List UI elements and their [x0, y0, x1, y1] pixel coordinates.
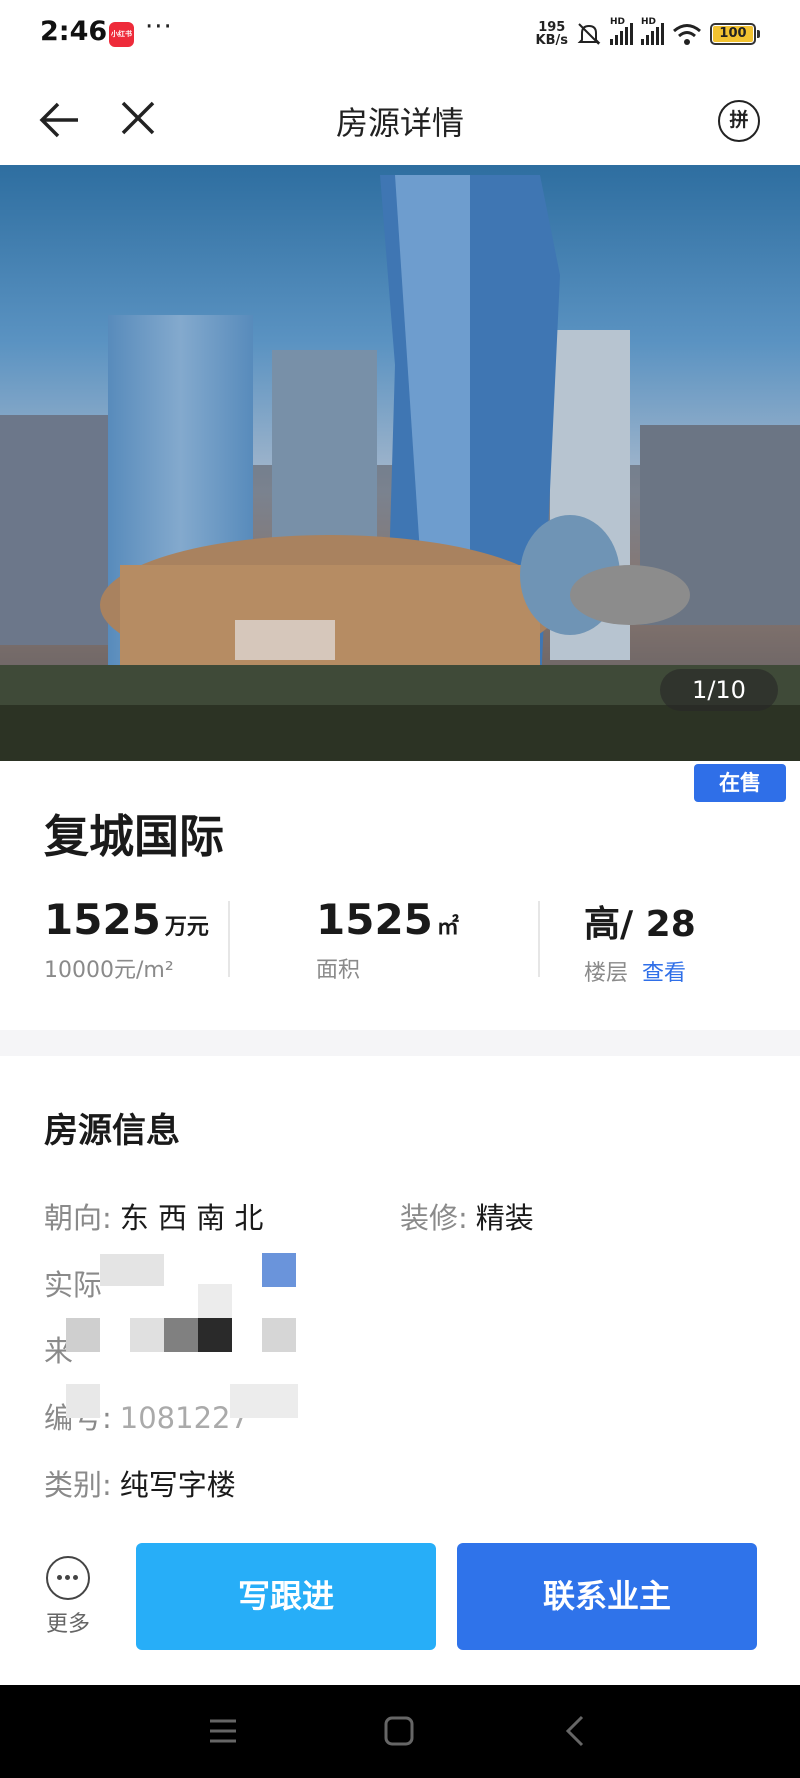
xiaohongshu-app-icon: 小红书 — [109, 22, 134, 47]
stat-divider — [228, 901, 230, 977]
redacted-block — [100, 1254, 164, 1286]
photo-counter: 1/10 — [660, 669, 778, 711]
wifi-icon — [673, 24, 701, 45]
property-photo-carousel[interactable]: 1/10 — [0, 165, 800, 761]
category-value: 纯写字楼 — [119, 1468, 236, 1502]
orientation-row: 朝向: 东 西 南 北 — [44, 1195, 263, 1237]
network-speed-unit: KB/s — [535, 33, 568, 48]
actual-label: 实际 — [44, 1268, 103, 1302]
page-title: 房源详情 — [335, 104, 464, 142]
area-value: 1525 — [316, 895, 433, 944]
redacted-block — [230, 1384, 298, 1418]
area-stat: 1525 ㎡ 面积 — [316, 895, 459, 1005]
view-floor-link[interactable]: 查看 — [642, 961, 686, 986]
redacted-block — [66, 1318, 100, 1352]
decoration-label: 装修: — [400, 1201, 468, 1235]
category-row: 类别: 纯写字楼 — [44, 1462, 236, 1504]
status-indicators: 195 KB/s HD HD 100 — [536, 17, 760, 50]
floor-label: 楼层 — [584, 961, 629, 986]
silent-bell-icon — [577, 23, 601, 45]
redacted-block — [164, 1318, 198, 1352]
section-title: 房源信息 — [44, 1111, 180, 1151]
system-navigation-bar — [0, 1685, 800, 1778]
section-divider — [0, 1030, 800, 1056]
more-notifications-icon: ··· — [145, 12, 173, 42]
price-unit: 万元 — [164, 915, 209, 940]
pin-share-icon[interactable]: 拼 — [718, 100, 760, 142]
redacted-block — [262, 1318, 296, 1352]
cell-signal-1-icon: HD — [610, 17, 633, 45]
decoration-row: 装修: 精装 — [400, 1195, 534, 1237]
category-label: 类别: — [44, 1468, 112, 1502]
redacted-block — [262, 1253, 296, 1287]
cell-signal-2-icon: HD — [641, 17, 664, 45]
more-label: 更多 — [45, 1612, 90, 1637]
network-speed: 195 KB/s — [536, 21, 568, 47]
contact-owner-button[interactable]: 联系业主 — [457, 1543, 757, 1650]
status-time: 2:46 — [40, 16, 108, 47]
actual-row: 实际 — [44, 1262, 102, 1304]
floor-stat: 高/ 28 楼层 查看 — [584, 895, 696, 1005]
orientation-label: 朝向: — [44, 1201, 112, 1235]
area-label: 面积 — [316, 958, 361, 983]
redacted-block — [66, 1384, 100, 1418]
redacted-block — [198, 1318, 232, 1352]
menu-icon[interactable] — [183, 1685, 263, 1778]
orientation-value: 东 西 南 北 — [119, 1201, 264, 1235]
price-stat: 1525 万元 10000元/m² — [44, 895, 209, 1005]
more-button[interactable]: 更多 — [40, 1556, 96, 1638]
battery-icon: 100 — [710, 23, 760, 45]
home-icon[interactable] — [360, 1685, 440, 1778]
property-title: 复城国际 — [44, 810, 225, 863]
more-chat-icon — [46, 1556, 90, 1600]
back-icon[interactable] — [536, 1685, 616, 1778]
price-value: 1525 — [44, 895, 161, 944]
status-badge: 在售 — [694, 764, 786, 802]
write-follow-up-button[interactable]: 写跟进 — [136, 1543, 436, 1650]
redacted-block — [198, 1284, 232, 1318]
status-bar: 2:46 小红书 ··· 195 KB/s HD HD 100 — [0, 0, 800, 70]
decoration-value: 精装 — [475, 1201, 534, 1235]
stat-divider — [538, 901, 540, 977]
floor-value: 高/ 28 — [584, 904, 696, 945]
area-unit: ㎡ — [436, 915, 459, 940]
nav-bar: 房源详情 拼 — [0, 70, 800, 165]
unit-price: 10000元/m² — [44, 958, 174, 983]
battery-level: 100 — [713, 26, 753, 42]
redacted-block — [130, 1318, 164, 1352]
property-stats: 1525 万元 10000元/m² 1525 ㎡ 面积 高/ 28 楼层 查看 — [0, 895, 800, 1005]
